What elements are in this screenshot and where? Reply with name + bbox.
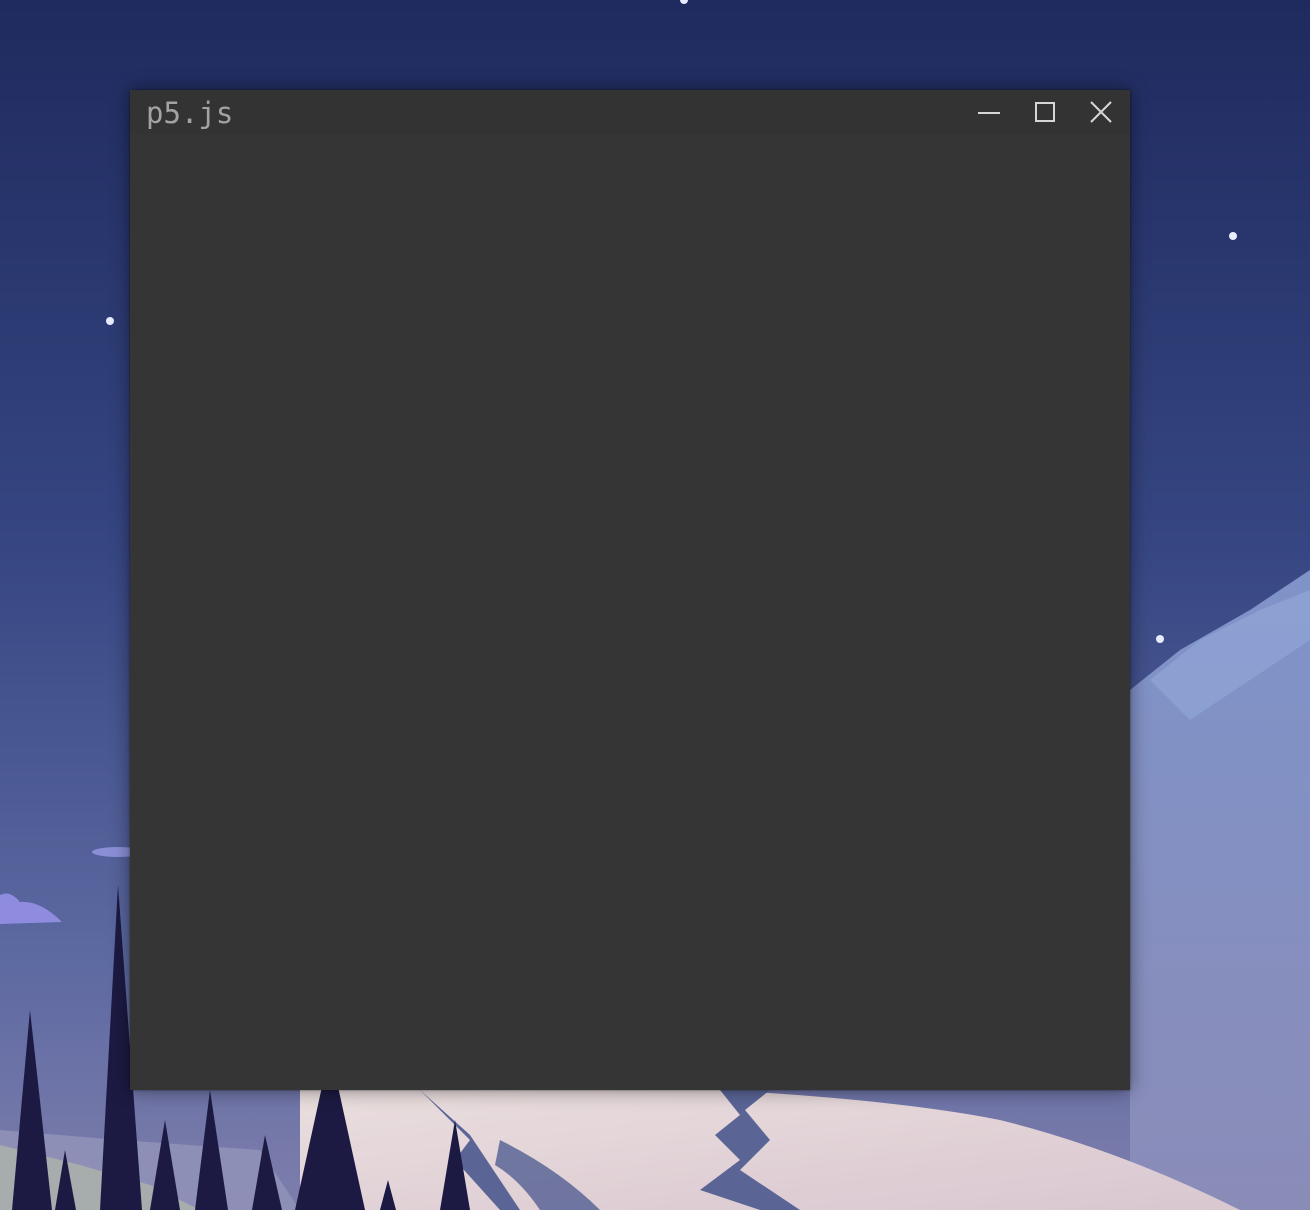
window-title: p5.js (146, 96, 234, 130)
sketch-canvas[interactable] (130, 134, 1130, 1090)
close-button[interactable] (1075, 90, 1127, 134)
maximize-icon (1035, 102, 1055, 122)
close-icon (1090, 101, 1112, 123)
p5js-window: p5.js (130, 90, 1130, 1090)
window-titlebar[interactable]: p5.js (130, 90, 1130, 134)
minimize-button[interactable] (963, 90, 1015, 134)
maximize-button[interactable] (1019, 90, 1071, 134)
desktop: p5.js (0, 0, 1310, 1210)
minimize-icon (978, 112, 1000, 114)
